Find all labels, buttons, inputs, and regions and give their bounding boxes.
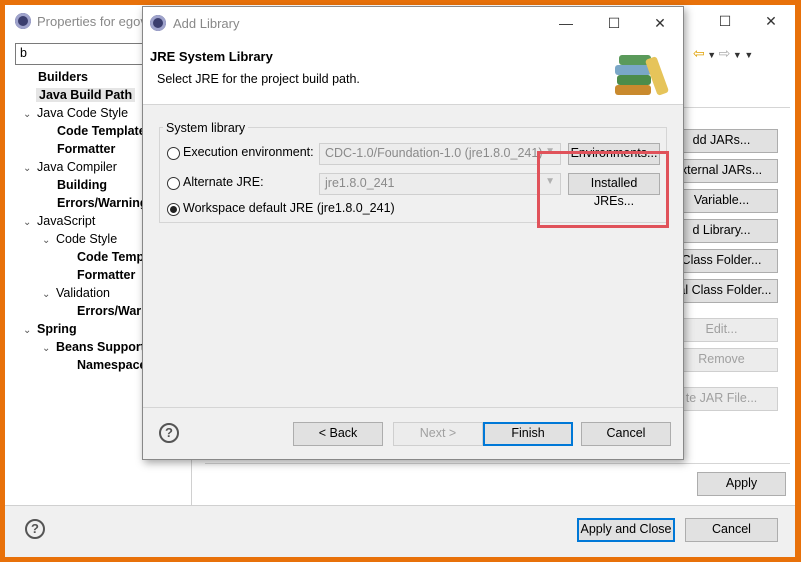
add-library-dialog: Add Library — ☐ ✕ JRE System Library Sel… xyxy=(142,6,684,460)
dialog-title: Add Library xyxy=(173,16,240,31)
chevron-down-icon[interactable]: ⌄ xyxy=(23,325,37,336)
apply-and-close-button[interactable]: Apply and Close xyxy=(577,518,675,542)
dialog-title-bar: Add Library — ☐ ✕ xyxy=(143,7,683,39)
properties-button-bar: ? Apply and Close Cancel xyxy=(5,505,795,557)
tree-item[interactable]: ⌄ Code Style xyxy=(42,232,117,246)
chevron-down-icon[interactable]: ▼ xyxy=(730,50,744,60)
tree-item[interactable]: Formatter xyxy=(57,142,115,156)
chevron-down-icon[interactable]: ⌄ xyxy=(23,109,37,120)
help-icon[interactable]: ? xyxy=(159,423,179,443)
alternate-jre-radio[interactable] xyxy=(167,177,180,190)
maximize-icon[interactable]: ☐ xyxy=(604,13,624,33)
tree-item[interactable]: Namespace xyxy=(77,358,147,372)
back-button[interactable]: < Back xyxy=(293,422,383,446)
cancel-button[interactable]: Cancel xyxy=(581,422,671,446)
chevron-down-icon[interactable]: ⌄ xyxy=(23,217,37,228)
alternate-jre-select[interactable]: jre1.8.0_241 ▼ xyxy=(319,173,561,195)
close-icon[interactable]: ✕ xyxy=(650,13,670,33)
dialog-header: JRE System Library Select JRE for the pr… xyxy=(143,39,683,105)
nav-arrows: ⇦ ▼ ⇨ ▼ ▼ xyxy=(693,45,793,67)
maximize-icon[interactable]: ☐ xyxy=(715,11,735,31)
tree-item[interactable]: Builders xyxy=(38,70,88,84)
panel-border xyxy=(205,463,790,464)
forward-arrow-icon[interactable]: ⇨ xyxy=(719,45,731,61)
tree-item[interactable]: Code Temp xyxy=(77,250,144,264)
properties-title: Properties for egov xyxy=(37,14,147,29)
tree-item[interactable]: Building xyxy=(57,178,107,192)
tree-item[interactable]: Code Template xyxy=(57,124,146,138)
finish-button[interactable]: Finish xyxy=(483,422,573,446)
eclipse-icon xyxy=(150,15,166,31)
tree-item[interactable]: ⌄ Java Compiler xyxy=(23,160,117,174)
eclipse-icon xyxy=(15,13,31,29)
chevron-down-icon[interactable]: ⌄ xyxy=(42,235,56,246)
back-arrow-icon[interactable]: ⇦ xyxy=(693,45,705,61)
dialog-separator xyxy=(143,407,683,408)
chevron-down-icon[interactable]: ⌄ xyxy=(42,289,56,300)
tree-item-selected[interactable]: Java Build Path xyxy=(36,88,136,102)
workspace-default-jre-label: Workspace default JRE (jre1.8.0_241) xyxy=(183,201,395,215)
minimize-icon[interactable]: — xyxy=(556,13,576,33)
tree-item[interactable]: Errors/Warning xyxy=(57,196,148,210)
tree-item[interactable]: ⌄ Validation xyxy=(42,286,110,300)
chevron-down-icon[interactable]: ⌄ xyxy=(42,343,56,354)
highlight-annotation xyxy=(537,151,669,228)
apply-button[interactable]: Apply xyxy=(697,472,786,496)
execution-environment-label: Execution environment: xyxy=(183,145,314,159)
library-books-icon xyxy=(611,51,670,97)
next-button[interactable]: Next > xyxy=(393,422,483,446)
help-icon[interactable]: ? xyxy=(25,519,45,539)
tree-item[interactable]: ⌄ Beans Support xyxy=(42,340,145,354)
tree-item[interactable]: ⌄ Java Code Style xyxy=(23,106,128,120)
tree-item[interactable]: ⌄ Spring xyxy=(23,322,77,336)
dialog-description: Select JRE for the project build path. xyxy=(157,72,360,86)
chevron-down-icon[interactable]: ⌄ xyxy=(23,163,37,174)
group-label: System library xyxy=(163,121,249,135)
tree-item[interactable]: Formatter xyxy=(77,268,135,282)
dialog-heading: JRE System Library xyxy=(150,49,273,64)
chevron-down-icon[interactable]: ▼ xyxy=(705,50,719,60)
alternate-jre-label: Alternate JRE: xyxy=(183,175,264,189)
execution-environment-radio[interactable] xyxy=(167,147,180,160)
workspace-default-jre-radio[interactable] xyxy=(167,203,180,216)
cancel-button[interactable]: Cancel xyxy=(685,518,778,542)
tree-item[interactable]: Errors/Warn xyxy=(77,304,149,318)
close-icon[interactable]: ✕ xyxy=(761,11,781,31)
tree-item[interactable]: ⌄ JavaScript xyxy=(23,214,95,228)
menu-icon[interactable]: ▼ xyxy=(744,50,753,60)
execution-environment-select[interactable]: CDC-1.0/Foundation-1.0 (jre1.8.0_241) ▼ xyxy=(319,143,561,165)
